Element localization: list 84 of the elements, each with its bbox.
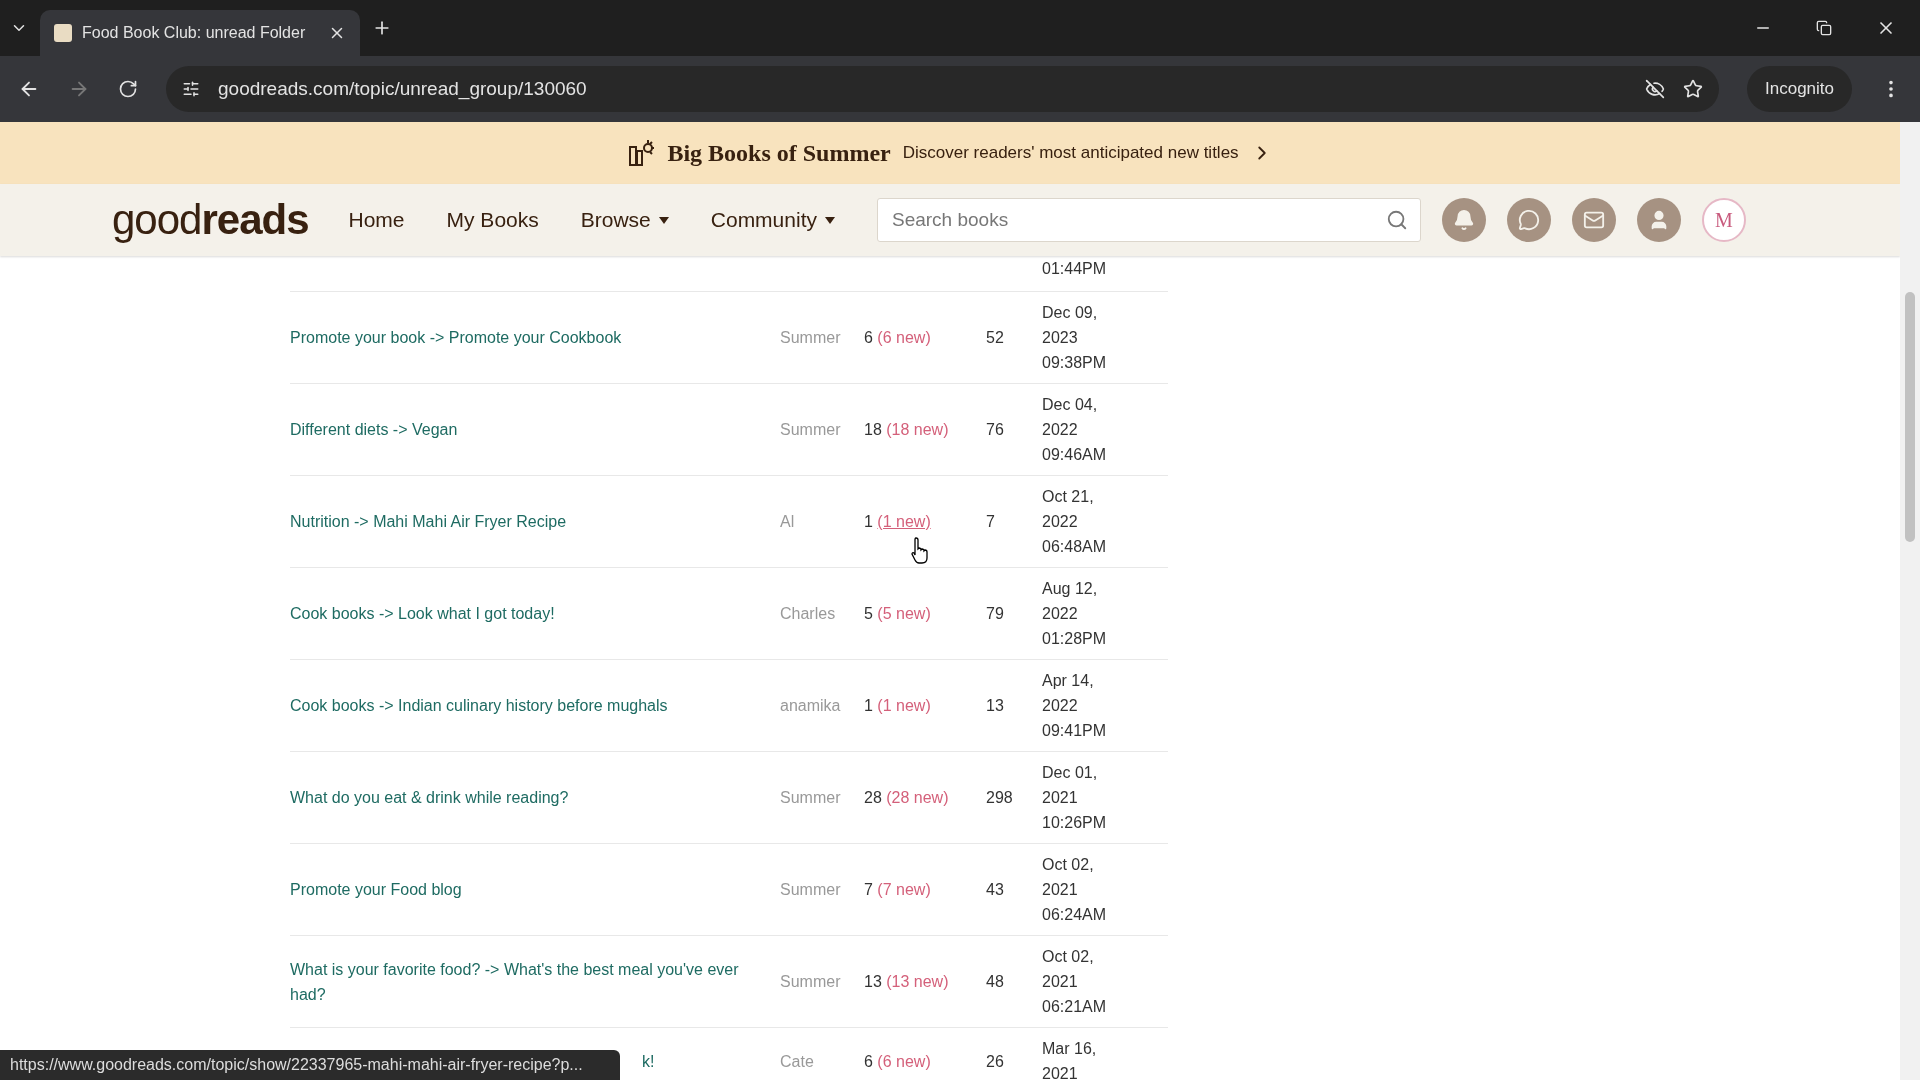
star-icon[interactable] [1683,79,1703,99]
post-count: 79 [986,604,1005,624]
hand-cursor-icon [910,536,930,564]
new-posts-link[interactable]: (1 new) [877,697,931,714]
author-name: Charles [780,604,837,624]
author-name: Summer [780,880,842,900]
post-count: 7 [986,512,996,532]
unread-count: 6 (6 new) [864,1051,932,1072]
topic-link[interactable]: Promote your Food blog [290,877,780,902]
browser-tab[interactable]: Food Book Club: unread Folder [40,10,360,56]
post-count: 76 [986,420,1005,440]
address-bar[interactable]: goodreads.com/topic/unread_group/130060 [166,66,1719,112]
goodreads-logo[interactable]: goodreads [112,196,309,244]
date-cell-text: Apr 14, 2022 09:41PM [1042,671,1108,741]
unread-count: 18 (18 new) [864,420,950,440]
bell-icon[interactable] [1442,198,1486,242]
scrollbar[interactable] [1900,122,1920,1080]
unread-count: 7 (7 new) [864,880,932,900]
nav-link[interactable]: Community [710,208,835,232]
reload-icon[interactable] [118,79,138,99]
site-settings-icon[interactable] [182,80,200,98]
date-cell-text: Oct 21, 2022 06:48AM [1042,487,1108,557]
banner-title[interactable]: Big Books of Summer [667,139,891,167]
site-favicon-icon [54,24,72,42]
status-url: https://www.goodreads.com/topic/show/22337965-mahi-mahi-air-fryer-recipe?p... [0,1050,620,1080]
unread-count: 13 (13 new) [864,972,950,992]
new-posts-link[interactable]: (13 new) [886,973,949,990]
unread-count: 28 (28 new) [864,788,950,808]
new-posts-link[interactable]: (1 new) [877,513,931,530]
topic-link[interactable]: Cook books -> Look what I got today! [290,601,780,626]
restore-icon[interactable] [1816,18,1832,38]
book-sun-icon [627,139,656,167]
topic-link[interactable]: Different diets -> Vegan [290,417,780,442]
new-posts-link[interactable]: (7 new) [877,881,931,898]
new-posts-link[interactable]: (5 new) [877,605,931,622]
author-name: Cate [780,1051,815,1072]
date-cell-text: Dec 04, 2022 09:46AM [1042,395,1108,465]
search-box[interactable]: Search books [877,198,1421,242]
post-count: 298 [986,788,1014,808]
topic-link[interactable]: Cook books -> Indian culinary history before mughals [290,693,780,718]
unread-count: 1 (1 new) [864,512,932,532]
date-cell-text: Dec 01, 2021 10:26PM [1042,763,1108,833]
topic-link[interactable]: What do you eat & drink while reading? [290,785,780,810]
date-cell-text: Dec 09, 2023 09:38PM [1042,303,1108,373]
caret-icon [658,216,669,224]
post-count: 52 [986,328,1005,348]
unread-count: 5 (5 new) [864,604,932,624]
post-count: 26 [986,1051,1005,1072]
nav-link[interactable]: My Books [446,208,539,232]
date-cell-text: Oct 02, 2021 06:21AM [1042,947,1108,1017]
author-name: Al [780,512,796,532]
search-icon[interactable] [1386,209,1408,231]
date-cell-text: Oct 02, 2021 06:24AM [1042,855,1108,925]
new-posts-link[interactable]: (28 new) [886,789,949,806]
eye-off-icon[interactable] [1645,79,1665,99]
date-cell-text: Aug 12, 2022 01:28PM [1042,579,1108,649]
author-name: Summer [780,420,842,440]
topic-link[interactable]: k! [642,1048,665,1074]
unread-count: 6 (6 new) [864,328,932,348]
post-count: 13 [986,696,1005,716]
date-cell-text: 01:44PM [1042,259,1108,279]
date-cell-text: Mar 16, 2021 [1042,1039,1098,1080]
topic-link[interactable]: Promote your book -> Promote your Cookbook [290,325,780,350]
chat-icon[interactable] [1507,198,1551,242]
post-count: 48 [986,972,1005,992]
author-name: anamika [780,696,842,716]
new-posts-link[interactable]: (18 new) [886,421,949,438]
author-name: Summer [780,972,842,992]
author-name: Summer [780,328,842,348]
mail-icon[interactable] [1572,198,1616,242]
new-posts-link[interactable]: (6 new) [877,329,931,346]
nav-link[interactable]: Home [348,208,405,232]
new-posts-link[interactable]: (6 new) [877,1052,931,1070]
author-name: Summer [780,788,842,808]
caret-icon [825,216,835,224]
nav-link[interactable]: Browse [580,208,669,232]
avatar[interactable]: M [1702,198,1746,242]
banner-link[interactable]: Discover readers' most anticipated new titles [902,143,1239,163]
topic-link[interactable]: Nutrition -> Mahi Mahi Air Fryer Recipe [290,509,780,534]
unread-count: 1 (1 new) [864,696,932,716]
incognito-button[interactable]: Incognito [1747,66,1852,112]
user-icon[interactable] [1637,198,1681,242]
topic-link[interactable]: What is your favorite food? -> What's the best meal you've ever had? [290,956,780,1007]
post-count: 43 [986,880,1005,900]
